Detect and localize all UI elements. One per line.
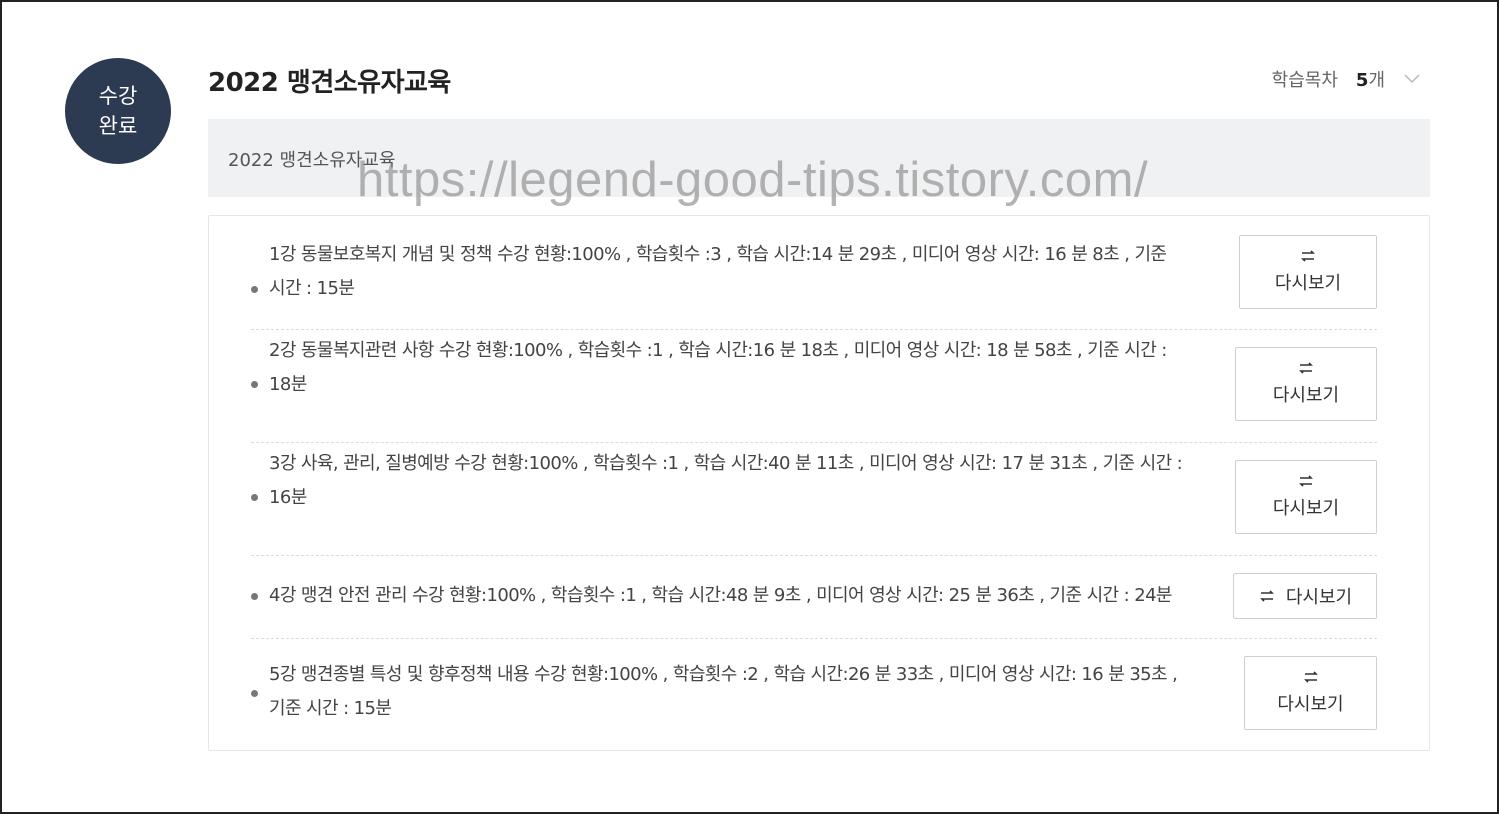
bullet-dot bbox=[251, 494, 258, 501]
replay-icon bbox=[1301, 250, 1315, 262]
replay-label: 다시보기 bbox=[1285, 587, 1353, 608]
badge-line-1: 수강 bbox=[98, 84, 138, 108]
bullet-dot bbox=[251, 690, 258, 697]
module-title: 2022 맹견소유자교육 bbox=[228, 150, 396, 171]
page-frame: 수강 완료 2022 맹견소유자교육 학습목차 5개 2022 맹견소유자교육 … bbox=[0, 0, 1499, 814]
replay-label: 다시보기 bbox=[1277, 694, 1344, 715]
lecture-row-1: 1강 동물보호복지 개념 및 정책 수강 현황:100% , 학습횟수 :3 ,… bbox=[251, 234, 1377, 330]
replay-label: 다시보기 bbox=[1272, 385, 1340, 406]
lecture-list: 1강 동물보호복지 개념 및 정책 수강 현황:100% , 학습횟수 :3 ,… bbox=[208, 215, 1430, 751]
completion-badge: 수강 완료 bbox=[65, 58, 171, 164]
course-title: 2022 맹견소유자교육 bbox=[208, 68, 451, 98]
replay-label: 다시보기 bbox=[1272, 498, 1340, 519]
replay-button-2[interactable]: 다시보기 bbox=[1235, 347, 1377, 421]
badge-line-2: 완료 bbox=[98, 114, 138, 138]
toc-toggle[interactable]: 학습목차 5개 bbox=[1272, 66, 1421, 92]
lecture-3-line1: 3강 사육, 관리, 질병예방 수강 현황:100% , 학습횟수 :1 , 학… bbox=[269, 453, 1183, 474]
replay-button-5[interactable]: 다시보기 bbox=[1244, 656, 1377, 730]
toc-label: 학습목차 bbox=[1271, 70, 1338, 91]
lecture-3-line2: 16분 bbox=[269, 487, 307, 508]
bullet-dot bbox=[251, 286, 258, 293]
lecture-2-line1: 2강 동물복지관련 사항 수강 현황:100% , 학습횟수 :1 , 학습 시… bbox=[269, 340, 1167, 361]
replay-button-3[interactable]: 다시보기 bbox=[1235, 460, 1377, 534]
lecture-4-text: 4강 맹견 안전 관리 수강 현황:100% , 학습횟수 :1 , 학습 시간… bbox=[269, 585, 1172, 606]
lecture-2-line2: 18분 bbox=[269, 374, 307, 395]
replay-icon bbox=[1259, 590, 1274, 602]
lecture-3-text: 3강 사육, 관리, 질병예방 수강 현황:100% , 학습횟수 :1 , 학… bbox=[269, 447, 1239, 515]
lecture-row-4: 4강 맹견 안전 관리 수강 현황:100% , 학습횟수 :1 , 학습 시간… bbox=[251, 556, 1377, 639]
replay-icon bbox=[1299, 475, 1313, 487]
bullet-dot bbox=[251, 593, 258, 600]
lecture-row-3: 3강 사육, 관리, 질병예방 수강 현황:100% , 학습횟수 :1 , 학… bbox=[251, 443, 1377, 556]
lecture-2-text: 2강 동물복지관련 사항 수강 현황:100% , 학습횟수 :1 , 학습 시… bbox=[269, 334, 1239, 402]
lecture-1-line2: 시간 : 15분 bbox=[269, 278, 355, 299]
lecture-1-text: 1강 동물보호복지 개념 및 정책 수강 현황:100% , 학습횟수 :3 ,… bbox=[269, 238, 1239, 306]
replay-button-4[interactable]: 다시보기 bbox=[1233, 573, 1377, 619]
lecture-row-5: 5강 맹견종별 특성 및 향후정책 내용 수강 현황:100% , 학습횟수 :… bbox=[251, 639, 1377, 749]
replay-icon bbox=[1299, 362, 1313, 374]
lecture-row-2: 2강 동물복지관련 사항 수강 현황:100% , 학습횟수 :1 , 학습 시… bbox=[251, 330, 1377, 443]
lecture-1-line1: 1강 동물보호복지 개념 및 정책 수강 현황:100% , 학습횟수 :3 ,… bbox=[269, 244, 1167, 265]
bullet-dot bbox=[251, 381, 258, 388]
toc-count: 5개 bbox=[1355, 70, 1385, 91]
chevron-down-icon[interactable] bbox=[1403, 70, 1421, 88]
lecture-5-line1: 5강 맹견종별 특성 및 향후정책 내용 수강 현황:100% , 학습횟수 :… bbox=[269, 664, 1178, 685]
lecture-5-line2: 기준 시간 : 15분 bbox=[269, 698, 392, 719]
replay-label: 다시보기 bbox=[1274, 273, 1342, 294]
module-header: 2022 맹견소유자교육 bbox=[208, 119, 1430, 197]
lecture-5-text: 5강 맹견종별 특성 및 향후정책 내용 수강 현황:100% , 학습횟수 :… bbox=[269, 658, 1244, 726]
replay-icon bbox=[1303, 671, 1318, 683]
replay-button-1[interactable]: 다시보기 bbox=[1239, 235, 1377, 309]
